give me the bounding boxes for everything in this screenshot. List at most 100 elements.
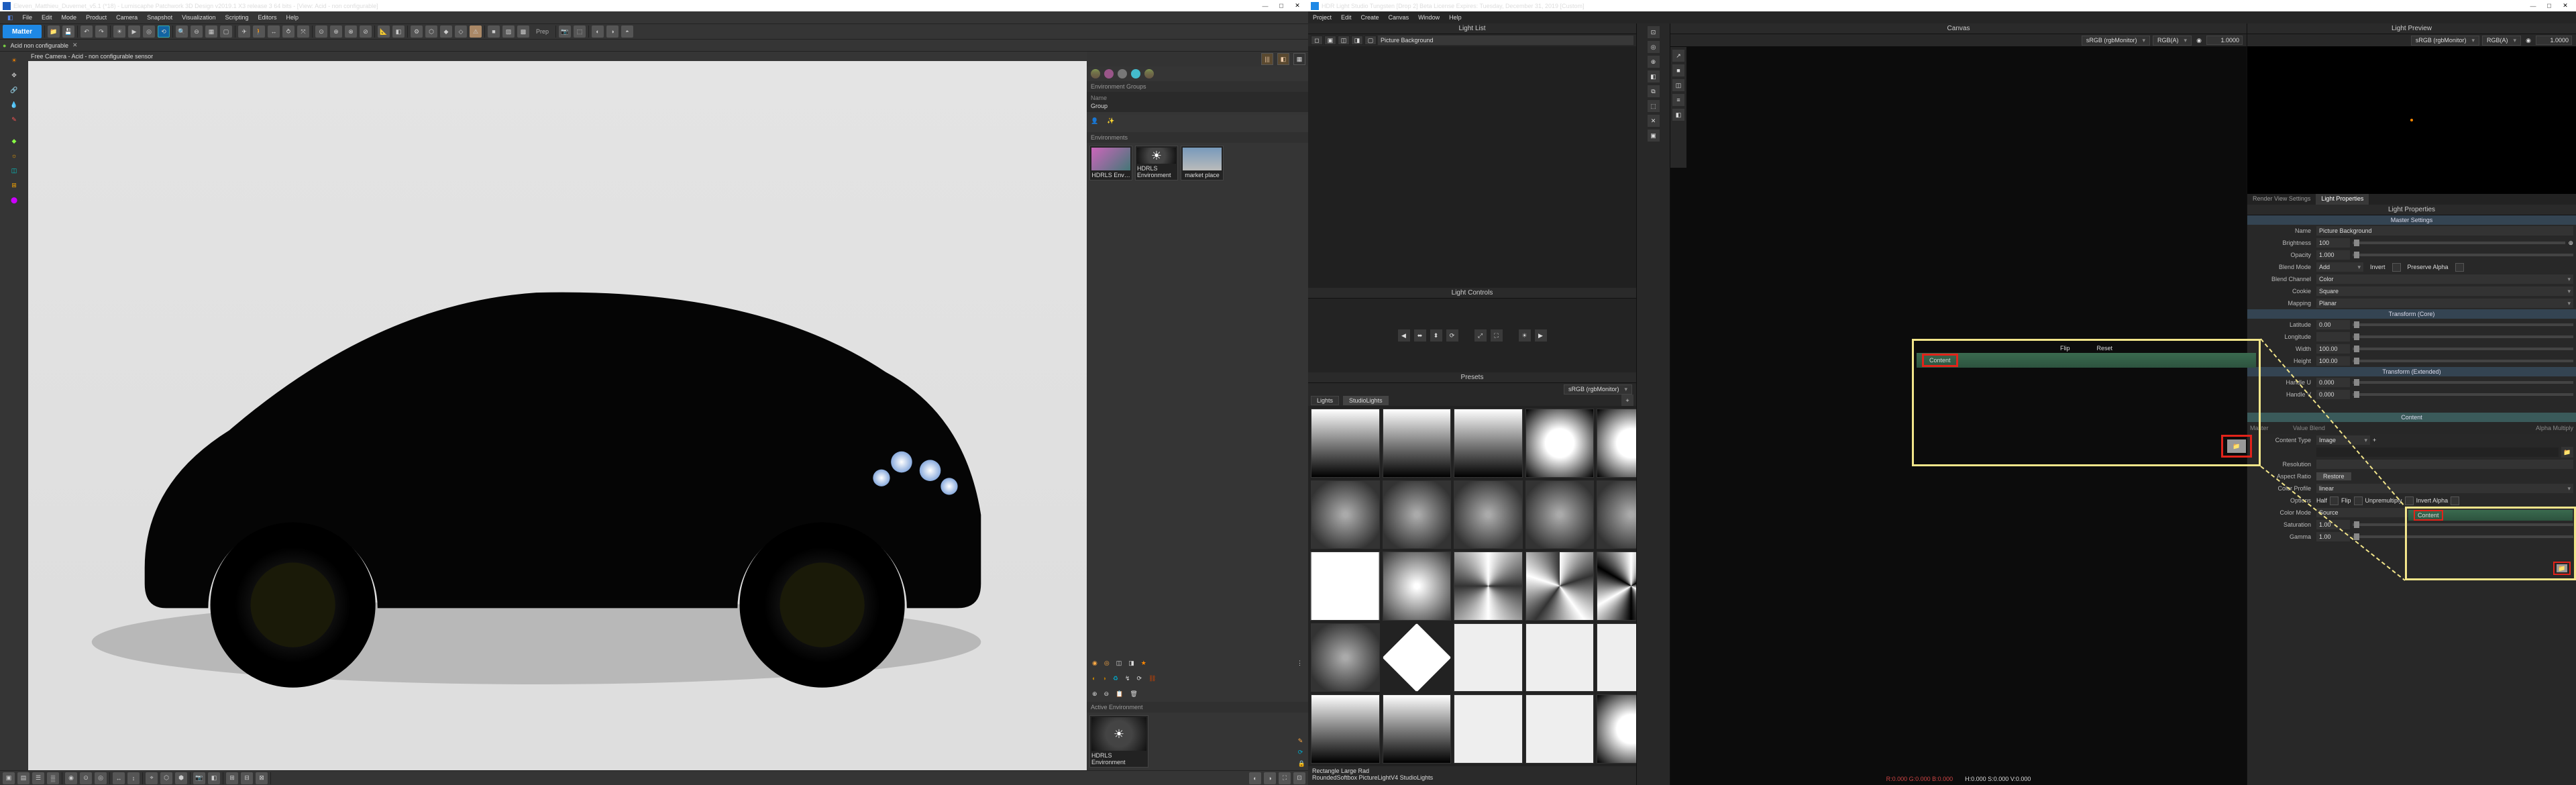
sb-icon-end2[interactable]: ◑ xyxy=(1264,772,1276,784)
sicon-more[interactable]: ⋮ xyxy=(1297,660,1303,667)
preset-thumb[interactable] xyxy=(1454,694,1523,764)
preset-thumb[interactable] xyxy=(1383,552,1452,621)
preset-thumb[interactable] xyxy=(1525,623,1595,692)
unpremult-checkbox[interactable] xyxy=(2405,496,2414,505)
matter-mode-button[interactable]: Matter xyxy=(3,25,42,38)
presets-colorspace[interactable]: sRGB (rgbMonitor) xyxy=(1564,384,1632,395)
sb-icon-e[interactable]: ◧ xyxy=(208,772,220,784)
long-slider[interactable] xyxy=(2353,335,2573,338)
tool-misc1-icon[interactable]: ⚙ xyxy=(411,25,423,38)
r-minimize-icon[interactable]: — xyxy=(2525,3,2541,9)
ll-icon-4[interactable]: ◨ xyxy=(1351,36,1363,45)
prop-latitude[interactable]: 0.00 xyxy=(2316,320,2350,329)
section-transform-core[interactable]: Transform (Core) xyxy=(2247,309,2576,319)
handleu-slider[interactable] xyxy=(2353,381,2573,384)
tool-cam2-icon[interactable]: ⬚ xyxy=(574,25,586,38)
sb-icon-b[interactable]: ⬡ xyxy=(160,772,172,784)
prop-height[interactable]: 100.00 xyxy=(2316,356,2350,366)
rmenu-create[interactable]: Create xyxy=(1356,14,1384,21)
brightness-slider[interactable] xyxy=(2353,242,2565,244)
menu-file[interactable]: File xyxy=(18,14,38,21)
tool-snap4-icon[interactable]: ⊘ xyxy=(360,25,372,38)
preset-thumb[interactable] xyxy=(1454,552,1523,621)
preset-thumb[interactable] xyxy=(1597,480,1636,550)
presets-add-icon[interactable]: + xyxy=(1621,395,1633,407)
lc-v-icon[interactable]: ⬍ xyxy=(1430,329,1442,342)
menu-snapshot[interactable]: Snapshot xyxy=(142,14,177,21)
library-tab2-icon[interactable]: ◧ xyxy=(1277,53,1289,65)
half-checkbox[interactable] xyxy=(2330,496,2339,505)
cvtool-d-icon[interactable]: ◧ xyxy=(1648,70,1660,83)
app-menu-icon[interactable]: ◧ xyxy=(3,14,18,21)
mat-icon-1[interactable] xyxy=(1091,69,1100,78)
tool-col2-icon[interactable]: ▨ xyxy=(502,25,515,38)
prop-name-field[interactable]: Picture Background xyxy=(2316,226,2573,235)
sicon-b[interactable]: ◑ xyxy=(1102,675,1106,682)
preset-thumb[interactable] xyxy=(1383,409,1452,478)
sb-icon-end4[interactable]: ⊡ xyxy=(1293,772,1305,784)
preset-thumb[interactable] xyxy=(1525,552,1595,621)
tool-link-icon[interactable]: ⟲ xyxy=(158,25,170,38)
ll-icon-3[interactable]: ◫ xyxy=(1338,36,1350,45)
preset-thumb[interactable] xyxy=(1597,552,1636,621)
sicon-e[interactable]: ⟳ xyxy=(1137,675,1142,682)
tool-plane-icon[interactable]: ✈ xyxy=(238,25,250,38)
vtool-plus-icon[interactable]: ⊞ xyxy=(8,179,20,191)
viewport-3d[interactable]: Free Camera - Acid - non configurable se… xyxy=(28,52,1087,770)
tool-misc4-icon[interactable]: ◇ xyxy=(455,25,467,38)
lc-prev-icon[interactable]: ◀ xyxy=(1398,329,1410,342)
lc-next-icon[interactable]: ▶ xyxy=(1535,329,1547,342)
menu-editors[interactable]: Editors xyxy=(254,14,282,21)
prop-opacity[interactable]: 1.000 xyxy=(2316,250,2350,260)
vtool-poly-icon[interactable]: ◆ xyxy=(8,135,20,147)
tab-light-properties[interactable]: Light Properties xyxy=(2316,194,2369,205)
menu-mode[interactable]: Mode xyxy=(57,14,82,21)
sicon-1[interactable]: ◉ xyxy=(1092,660,1097,667)
invert-checkbox[interactable] xyxy=(2392,263,2401,272)
breadcrumb-close-icon[interactable]: ✕ xyxy=(72,42,78,49)
flip-checkbox[interactable] xyxy=(2354,496,2363,505)
sb-icon-h[interactable]: ⊠ xyxy=(256,772,268,784)
tool-scale-icon[interactable]: ⤧ xyxy=(297,25,309,38)
browse-folder-icon[interactable]: 📁 xyxy=(2561,447,2573,458)
cvtool-a-icon[interactable]: ⊡ xyxy=(1648,26,1660,38)
ll-icon-1[interactable]: ◻ xyxy=(1311,36,1323,45)
preset-thumb[interactable] xyxy=(1597,409,1636,478)
sb-icon-end1[interactable]: ◐ xyxy=(1249,772,1261,784)
prop-brightness[interactable]: 100 xyxy=(2316,238,2350,248)
pencil-icon[interactable]: ✎ xyxy=(1298,737,1305,745)
preview-colorspace[interactable]: sRGB (rgbMonitor) xyxy=(2411,36,2479,46)
prop-content-type[interactable]: Image xyxy=(2316,435,2370,445)
restore-button[interactable]: Restore xyxy=(2316,472,2351,480)
lc-fit-icon[interactable]: ⛶ xyxy=(1491,329,1503,342)
sb-icon-7[interactable]: ◎ xyxy=(95,772,107,784)
env-thumb-1[interactable]: HDRLS Env… xyxy=(1089,146,1132,180)
prop-mapping[interactable]: Planar xyxy=(2316,299,2573,308)
rmenu-window[interactable]: Window xyxy=(1413,14,1444,21)
canvas-colorspace[interactable]: sRGB (rgbMonitor) xyxy=(2082,36,2150,46)
sb-icon-6[interactable]: ⊙ xyxy=(80,772,92,784)
prop-longitude[interactable] xyxy=(2316,332,2350,342)
sicon-a[interactable]: ◐ xyxy=(1092,675,1095,682)
close-icon[interactable]: ✕ xyxy=(1289,2,1305,9)
lat-slider[interactable] xyxy=(2353,323,2573,326)
tool-box-icon[interactable]: ▢ xyxy=(220,25,232,38)
section-master[interactable]: Master Settings xyxy=(2247,215,2576,225)
menu-product[interactable]: Product xyxy=(81,14,111,21)
menu-scripting[interactable]: Scripting xyxy=(221,14,254,21)
preset-thumb[interactable] xyxy=(1525,694,1595,764)
preview-picker-icon[interactable]: ◉ xyxy=(2524,37,2533,44)
mat-icon-2[interactable] xyxy=(1104,69,1114,78)
library-tab3-icon[interactable]: ▦ xyxy=(1293,53,1305,65)
preset-thumb[interactable] xyxy=(1454,623,1523,692)
lc-rot-icon[interactable]: ⟳ xyxy=(1446,329,1458,342)
tool-render-icon[interactable]: ▶ xyxy=(128,25,140,38)
opacity-slider[interactable] xyxy=(2353,254,2573,256)
sicon-2[interactable]: ◎ xyxy=(1104,660,1110,667)
sicon-c[interactable]: ♻ xyxy=(1113,675,1118,682)
cv2-c-icon[interactable]: ◫ xyxy=(1672,79,1684,91)
content-path-field[interactable] xyxy=(2316,448,2559,457)
mat-icon-4[interactable] xyxy=(1131,69,1140,78)
sb-icon-d[interactable]: 📷 xyxy=(193,772,205,784)
tool-col1-icon[interactable]: ■ xyxy=(488,25,500,38)
